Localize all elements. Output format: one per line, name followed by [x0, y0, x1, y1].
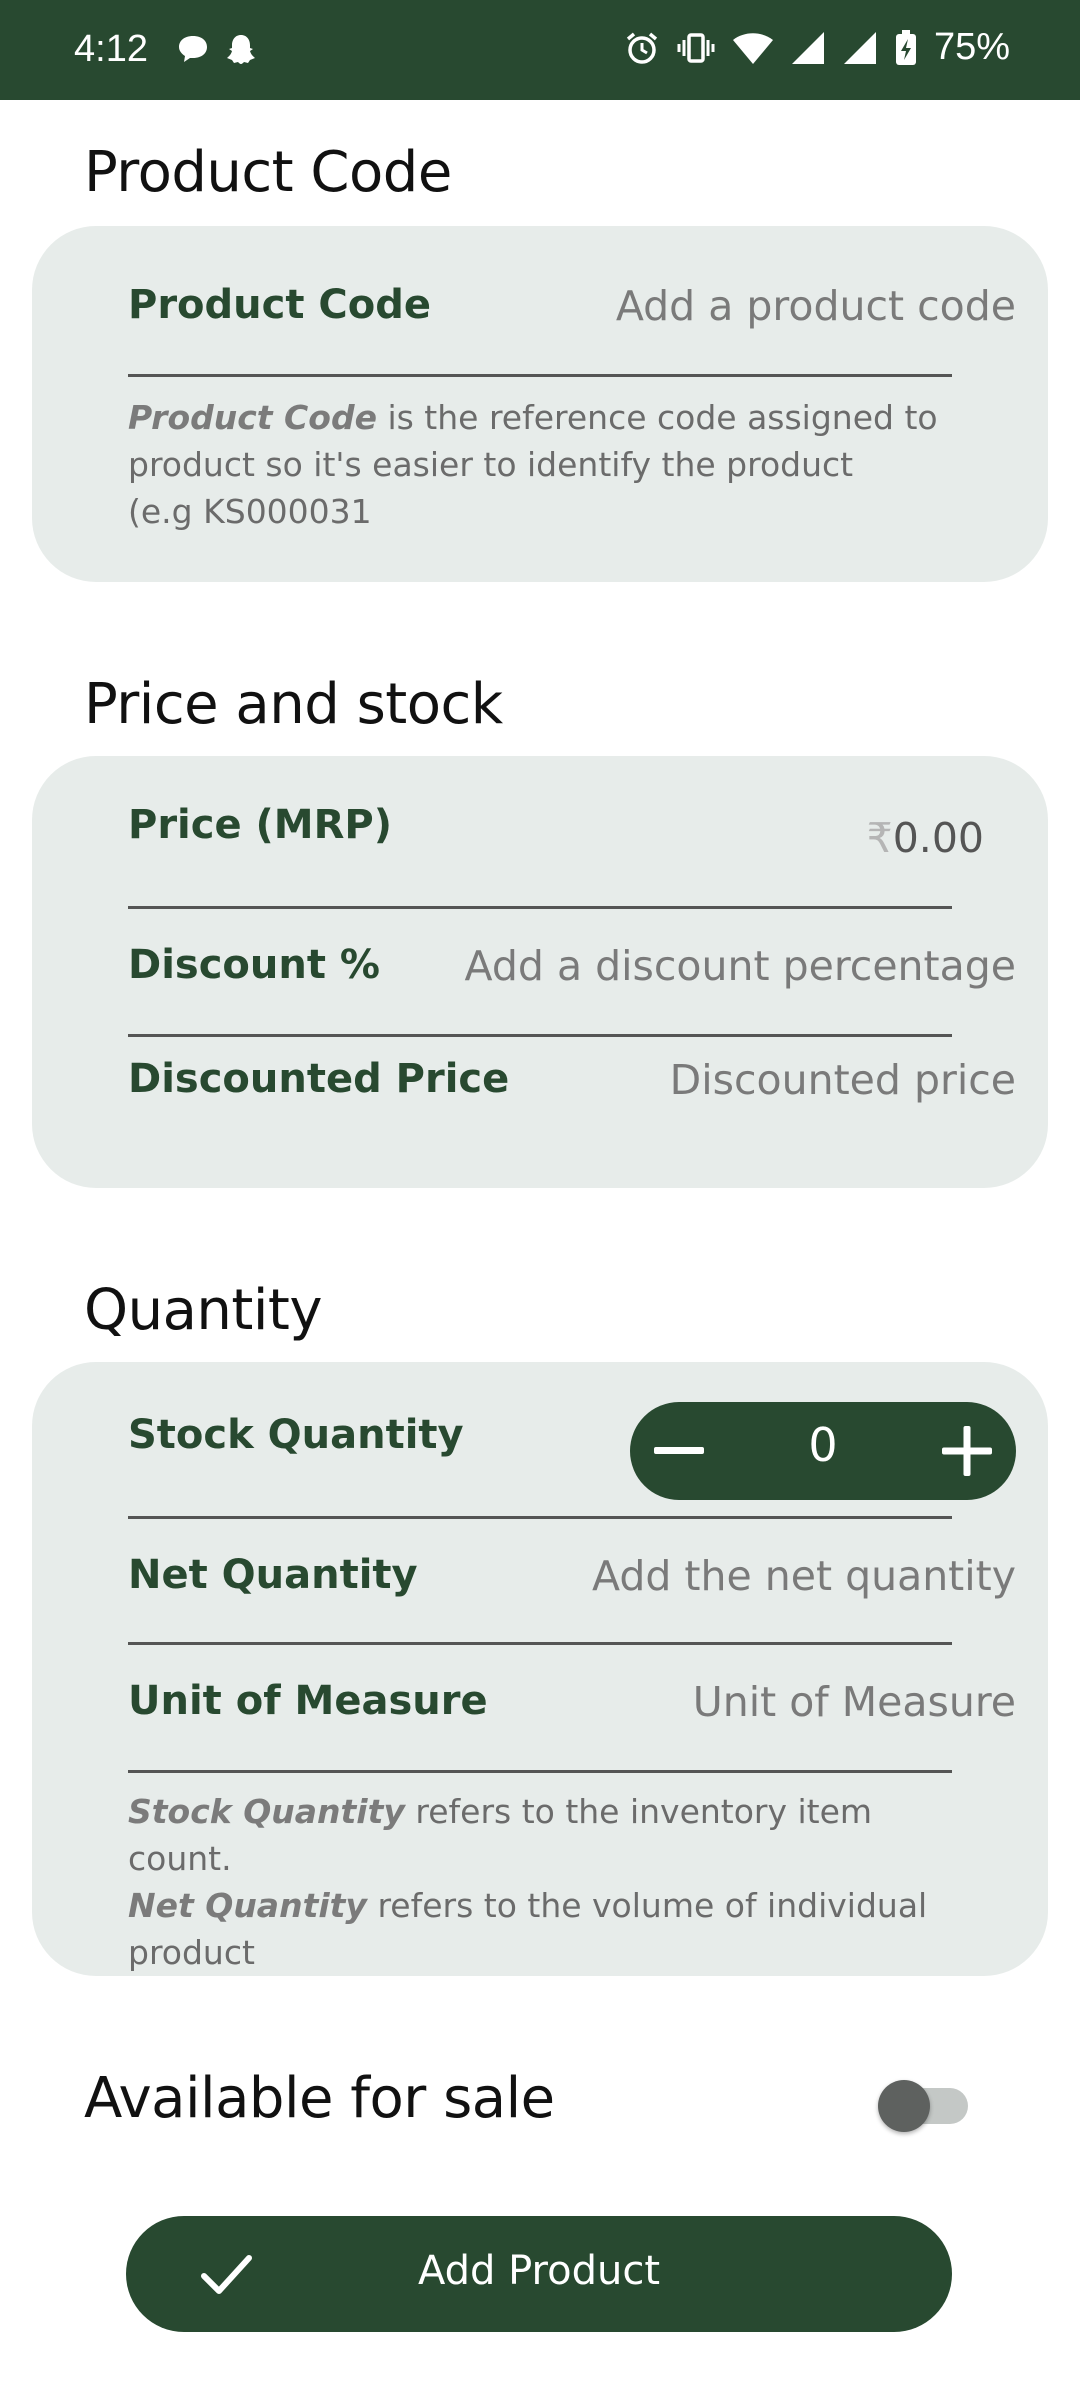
note-emphasis: Stock Quantity	[128, 1792, 405, 1831]
minus-icon	[654, 1447, 704, 1454]
net-quantity-input[interactable]: Add the net quantity	[592, 1552, 1016, 1600]
product-code-row[interactable]: Product Code Add a product code	[128, 282, 1016, 342]
currency-symbol: ₹	[866, 814, 893, 862]
alarm-icon	[624, 30, 660, 66]
note-emphasis: Product Code	[128, 398, 377, 437]
signal-icon	[842, 30, 878, 66]
net-quantity-row[interactable]: Net Quantity Add the net quantity	[128, 1552, 1016, 1612]
status-bar: 4:12 75%	[0, 0, 1080, 100]
quantity-card: Stock Quantity 0 Net Quantity Add the ne…	[32, 1362, 1048, 1976]
product-code-label: Product Code	[128, 282, 431, 328]
signal-icon	[790, 30, 826, 66]
divider	[128, 1770, 952, 1773]
unit-of-measure-input[interactable]: Unit of Measure	[693, 1678, 1016, 1726]
battery-charging-icon	[894, 29, 918, 67]
stock-quantity-row: Stock Quantity 0	[128, 1402, 1016, 1502]
divider	[128, 374, 952, 377]
snapchat-ghost-icon	[224, 32, 258, 66]
discounted-price-label: Discounted Price	[128, 1056, 510, 1102]
price-input[interactable]: ₹0.00	[867, 814, 984, 862]
section-title-product-code: Product Code	[84, 140, 452, 205]
price-row[interactable]: Price (MRP) ₹0.00	[128, 802, 984, 862]
stock-quantity-value: 0	[808, 1418, 838, 1472]
section-title-price-stock: Price and stock	[84, 672, 503, 737]
product-code-card: Product Code Add a product code Product …	[32, 226, 1048, 582]
increment-button[interactable]	[918, 1402, 1016, 1500]
available-for-sale-toggle[interactable]	[878, 2076, 968, 2132]
plus-icon	[942, 1426, 992, 1476]
note-emphasis: Net Quantity	[128, 1886, 367, 1925]
decrement-button[interactable]	[630, 1402, 728, 1500]
discount-row[interactable]: Discount % Add a discount percentage	[128, 942, 1016, 1002]
discount-input[interactable]: Add a discount percentage	[465, 942, 1016, 990]
divider	[128, 1642, 952, 1645]
price-card: Price (MRP) ₹0.00 Discount % Add a disco…	[32, 756, 1048, 1188]
unit-of-measure-row[interactable]: Unit of Measure Unit of Measure	[128, 1678, 1016, 1738]
toggle-thumb	[878, 2080, 930, 2132]
price-label: Price (MRP)	[128, 802, 393, 848]
add-product-button[interactable]: Add Product	[126, 2216, 952, 2332]
discounted-price-input[interactable]: Discounted price	[670, 1056, 1016, 1104]
divider	[128, 906, 952, 909]
discount-label: Discount %	[128, 942, 380, 988]
stock-quantity-label: Stock Quantity	[128, 1412, 464, 1458]
discounted-price-row[interactable]: Discounted Price Discounted price	[128, 1056, 1016, 1116]
product-code-help-text: Product Code is the reference code assig…	[128, 398, 938, 531]
add-product-label: Add Product	[417, 2248, 661, 2294]
net-quantity-label: Net Quantity	[128, 1552, 418, 1598]
quantity-stepper: 0	[630, 1402, 1016, 1500]
quantity-help-text: Stock Quantity refers to the inventory i…	[128, 1792, 928, 1972]
available-for-sale-label: Available for sale	[84, 2066, 555, 2131]
wifi-icon	[732, 30, 774, 66]
unit-of-measure-label: Unit of Measure	[128, 1678, 488, 1724]
section-title-quantity: Quantity	[84, 1278, 323, 1343]
chat-bubble-icon	[176, 32, 210, 66]
divider	[128, 1034, 952, 1037]
vibrate-icon	[676, 30, 716, 66]
clock: 4:12	[74, 28, 148, 70]
product-code-input[interactable]: Add a product code	[616, 282, 1016, 330]
battery-percentage: 75%	[933, 26, 1010, 68]
divider	[128, 1516, 952, 1519]
